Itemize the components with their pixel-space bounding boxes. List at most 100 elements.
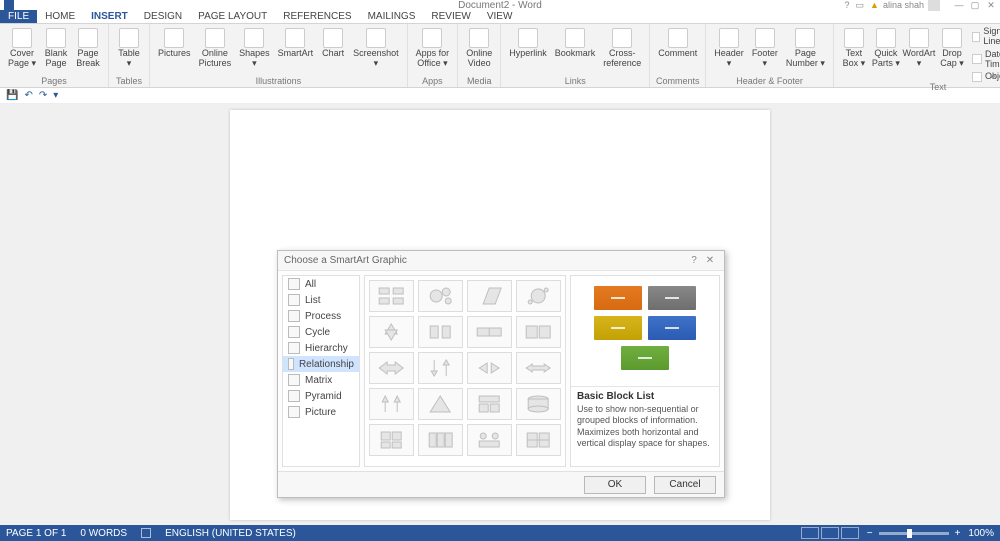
- view-read-mode[interactable]: [801, 527, 819, 539]
- tab-page-layout[interactable]: PAGE LAYOUT: [190, 10, 275, 23]
- tab-file[interactable]: FILE: [0, 10, 37, 23]
- ribbon-quick-button[interactable]: Quick Parts ▾: [870, 26, 902, 82]
- layout-thumbnail[interactable]: [418, 316, 463, 348]
- status-words[interactable]: 0 WORDS: [80, 528, 127, 539]
- layout-thumbnail[interactable]: [516, 280, 561, 312]
- category-relationship[interactable]: Relationship: [283, 356, 359, 372]
- layout-thumbnail[interactable]: [418, 280, 463, 312]
- layout-thumbnail[interactable]: [369, 316, 414, 348]
- ribbon-date-time-button[interactable]: Date & Time: [972, 49, 1000, 69]
- layout-thumbnail[interactable]: [467, 316, 512, 348]
- category-picture[interactable]: Picture: [283, 404, 359, 420]
- layout-thumbnail[interactable]: [369, 352, 414, 384]
- ribbon-hyperlink-button[interactable]: Hyperlink: [505, 26, 551, 76]
- category-pyramid[interactable]: Pyramid: [283, 388, 359, 404]
- category-process[interactable]: Process: [283, 308, 359, 324]
- ok-button[interactable]: OK: [584, 476, 646, 494]
- status-language[interactable]: ENGLISH (UNITED STATES): [165, 528, 296, 539]
- minimize-button[interactable]: —: [954, 0, 964, 10]
- ribbon-blank-button[interactable]: Blank Page: [40, 26, 72, 76]
- ribbon-comment-button[interactable]: Comment: [654, 26, 701, 76]
- layout-thumbnail[interactable]: [467, 280, 512, 312]
- drop-label: Drop Cap ▾: [940, 49, 964, 69]
- layout-thumbnail[interactable]: [467, 352, 512, 384]
- layout-thumbnail[interactable]: [516, 352, 561, 384]
- ribbon-pictures-button[interactable]: Pictures: [154, 26, 195, 76]
- ribbon-cross--button[interactable]: Cross- reference: [599, 26, 645, 76]
- category-matrix[interactable]: Matrix: [283, 372, 359, 388]
- layout-thumbnail[interactable]: [369, 424, 414, 456]
- layout-thumbnail[interactable]: [418, 424, 463, 456]
- layout-gallery[interactable]: [364, 275, 566, 467]
- dialog-titlebar[interactable]: Choose a SmartArt Graphic ? ✕: [278, 251, 724, 271]
- tab-view[interactable]: VIEW: [479, 10, 521, 23]
- ribbon-apps-for-button[interactable]: Apps for Office ▾: [412, 26, 454, 76]
- close-button[interactable]: ✕: [986, 0, 996, 11]
- zoom-in-button[interactable]: +: [955, 528, 961, 539]
- tab-references[interactable]: REFERENCES: [275, 10, 359, 23]
- status-page[interactable]: PAGE 1 OF 1: [6, 528, 66, 539]
- ribbon-page-button[interactable]: Page Break: [72, 26, 104, 76]
- ribbon-page-button[interactable]: Page Number ▾: [782, 26, 829, 76]
- ribbon-drop-button[interactable]: Drop Cap ▾: [936, 26, 968, 82]
- qat-customize-icon[interactable]: ▾: [53, 90, 58, 101]
- bookmark-icon: [565, 28, 585, 48]
- layout-thumbnail[interactable]: [516, 316, 561, 348]
- qat-undo-icon[interactable]: ↶: [24, 90, 32, 101]
- layout-thumbnail[interactable]: [516, 424, 561, 456]
- layout-thumbnail[interactable]: [418, 352, 463, 384]
- category-all[interactable]: All: [283, 276, 359, 292]
- preview-layout-name: Basic Block List: [577, 391, 713, 402]
- ribbon-screenshot-button[interactable]: Screenshot ▾: [349, 26, 403, 76]
- layout-thumbnail[interactable]: [516, 388, 561, 420]
- zoom-out-button[interactable]: −: [867, 528, 873, 539]
- ribbon-chart-button[interactable]: Chart: [317, 26, 349, 76]
- category-list[interactable]: List: [283, 292, 359, 308]
- ribbon-bookmark-button[interactable]: Bookmark: [551, 26, 600, 76]
- category-hierarchy[interactable]: Hierarchy: [283, 340, 359, 356]
- layout-thumbnail[interactable]: [369, 280, 414, 312]
- tab-insert[interactable]: INSERT: [83, 10, 136, 23]
- ribbon-table-button[interactable]: Table ▾: [113, 26, 145, 76]
- user-name: alina shah: [883, 0, 924, 10]
- layout-thumbnail[interactable]: [418, 388, 463, 420]
- view-web-layout[interactable]: [841, 527, 859, 539]
- tab-mailings[interactable]: MAILINGS: [360, 10, 424, 23]
- ribbon-shapes-button[interactable]: Shapes ▾: [235, 26, 274, 76]
- ribbon-online-button[interactable]: Online Video: [462, 26, 496, 76]
- help-icon[interactable]: ?: [845, 0, 850, 10]
- zoom-slider[interactable]: [879, 532, 949, 535]
- dialog-close-button[interactable]: ✕: [702, 255, 718, 266]
- ribbon-smartart-button[interactable]: SmartArt: [274, 26, 318, 76]
- ribbon-wordart-button[interactable]: WordArt ▾: [902, 26, 936, 82]
- tab-home[interactable]: HOME: [37, 10, 83, 23]
- category-picture-icon: [288, 406, 300, 418]
- layout-thumbnail[interactable]: [467, 388, 512, 420]
- footer-icon: [755, 28, 775, 48]
- account-user[interactable]: ▲ alina shah: [870, 0, 940, 11]
- qat-save-icon[interactable]: 💾: [6, 90, 18, 101]
- view-print-layout[interactable]: [821, 527, 839, 539]
- tab-review[interactable]: REVIEW: [423, 10, 478, 23]
- dialog-help-button[interactable]: ?: [686, 255, 702, 266]
- ribbon-online-button[interactable]: Online Pictures: [195, 26, 236, 76]
- ribbon-header-button[interactable]: Header ▾: [710, 26, 748, 76]
- ribbon-text-button[interactable]: Text Box ▾: [838, 26, 870, 82]
- signature-line--label: Signature Line ▾: [983, 26, 1000, 47]
- tab-design[interactable]: DESIGN: [136, 10, 190, 23]
- ribbon-footer-button[interactable]: Footer ▾: [748, 26, 782, 76]
- ribbon-signature-line--button[interactable]: Signature Line ▾: [972, 26, 1000, 47]
- ribbon-options-icon[interactable]: ▭: [856, 0, 865, 11]
- table-label: Table ▾: [118, 49, 140, 69]
- cancel-button[interactable]: Cancel: [654, 476, 716, 494]
- layout-thumbnail[interactable]: [369, 388, 414, 420]
- status-proofing[interactable]: [141, 528, 151, 538]
- collapse-ribbon-icon[interactable]: ˄: [991, 71, 996, 81]
- qat-redo-icon[interactable]: ↷: [39, 90, 47, 101]
- zoom-level[interactable]: 100%: [968, 528, 994, 539]
- window-title: Document2 - Word: [458, 0, 542, 11]
- ribbon-cover-button[interactable]: Cover Page ▾: [4, 26, 40, 76]
- restore-button[interactable]: ▢: [970, 0, 980, 11]
- layout-thumbnail[interactable]: [467, 424, 512, 456]
- category-cycle[interactable]: Cycle: [283, 324, 359, 340]
